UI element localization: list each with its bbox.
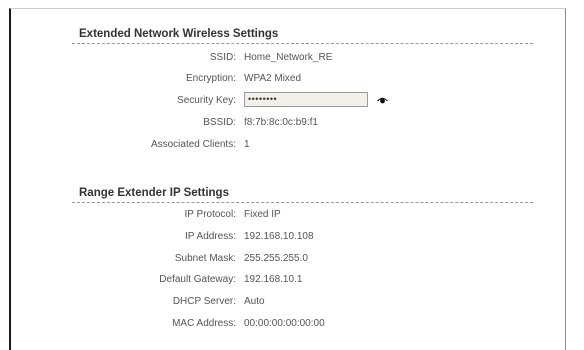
associated-clients-value: 1 <box>244 139 250 150</box>
subnet-mask-value: 255.255.255.0 <box>244 253 308 264</box>
wireless-section-title: Extended Network Wireless Settings <box>79 28 279 40</box>
ssid-label: SSID: <box>209 52 236 63</box>
mac-address-label: MAC Address: <box>172 318 236 329</box>
ip-address-label: IP Address: <box>185 231 236 242</box>
security-key-field[interactable]: •••••••• <box>244 92 368 107</box>
default-gateway-label: Default Gateway: <box>159 274 236 285</box>
ip-section-title: Range Extender IP Settings <box>79 187 229 199</box>
ip-address-row: IP Address: 192.168.10.108 <box>0 230 584 244</box>
dhcp-server-value: Auto <box>244 296 265 307</box>
ssid-row: SSID: Home_Network_RE <box>0 51 584 65</box>
subnet-mask-row: Subnet Mask: 255.255.255.0 <box>0 252 584 266</box>
ip-protocol-label: IP Protocol: <box>184 209 236 220</box>
security-key-row: Security Key: •••••••• <box>0 92 584 108</box>
encryption-row: Encryption: WPA2 Mixed <box>0 72 584 86</box>
bssid-value: f8:7b:8c:0c:b9:f1 <box>244 117 318 128</box>
dhcp-server-label: DHCP Server: <box>172 296 236 307</box>
eye-icon[interactable] <box>376 94 389 106</box>
encryption-value: WPA2 Mixed <box>244 73 302 84</box>
security-key-label: Security Key: <box>177 95 236 106</box>
ip-protocol-value: Fixed IP <box>244 209 281 220</box>
wireless-section-divider <box>72 43 533 44</box>
bssid-row: BSSID: f8:7b:8c:0c:b9:f1 <box>0 116 584 130</box>
associated-clients-label: Associated Clients: <box>150 139 236 150</box>
default-gateway-row: Default Gateway: 192.168.10.1 <box>0 273 584 287</box>
encryption-label: Encryption: <box>185 73 236 84</box>
bssid-label: BSSID: <box>203 117 236 128</box>
ssid-value: Home_Network_RE <box>244 52 333 63</box>
ip-protocol-row: IP Protocol: Fixed IP <box>0 208 584 222</box>
ip-address-value: 192.168.10.108 <box>244 231 314 242</box>
ip-section-divider <box>72 202 533 203</box>
mac-address-value: 00:00:00:00:00:00 <box>244 318 325 329</box>
associated-clients-row: Associated Clients: 1 <box>0 138 584 152</box>
subnet-mask-label: Subnet Mask: <box>174 253 236 264</box>
default-gateway-value: 192.168.10.1 <box>244 274 303 285</box>
dhcp-server-row: DHCP Server: Auto <box>0 295 584 309</box>
mac-address-row: MAC Address: 00:00:00:00:00:00 <box>0 317 584 331</box>
